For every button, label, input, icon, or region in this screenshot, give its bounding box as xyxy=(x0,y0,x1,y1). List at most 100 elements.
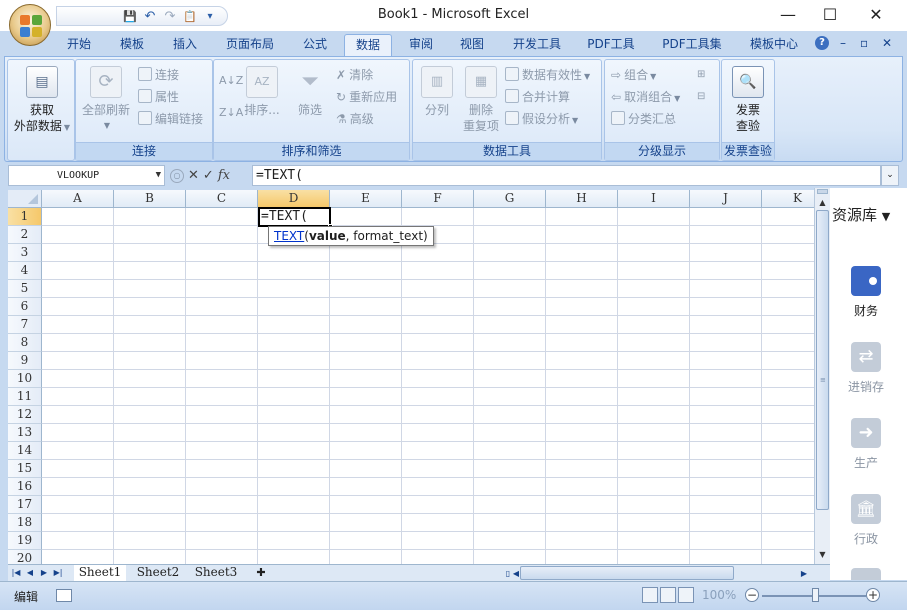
tab-insert[interactable]: 插入 xyxy=(166,34,204,56)
window-close-button[interactable]: ✕ xyxy=(853,0,899,31)
row-header-16[interactable]: 16 xyxy=(8,478,42,496)
row-header-14[interactable]: 14 xyxy=(8,442,42,460)
sort-ascending-button[interactable]: A↓Z xyxy=(219,72,243,90)
row-header-20[interactable]: 20 xyxy=(8,550,42,564)
column-header-a[interactable]: A xyxy=(42,190,114,208)
row-header-11[interactable]: 11 xyxy=(8,388,42,406)
last-sheet-icon[interactable]: ▶| xyxy=(52,566,64,580)
vertical-scroll-thumb[interactable]: ≡ xyxy=(816,210,829,510)
side-item-finance[interactable]: 财务 xyxy=(830,266,902,319)
row-header-8[interactable]: 8 xyxy=(8,334,42,352)
tab-formulas[interactable]: 公式 xyxy=(295,34,335,56)
scroll-right-icon[interactable]: ▶ xyxy=(798,567,810,581)
column-header-j[interactable]: J xyxy=(690,190,762,208)
page-break-view-icon[interactable] xyxy=(678,587,694,603)
insert-function-icon[interactable]: fx xyxy=(218,168,230,183)
normal-view-icon[interactable] xyxy=(642,587,658,603)
invoice-check-button[interactable]: 🔍 发票 查验 xyxy=(724,66,772,134)
row-header-6[interactable]: 6 xyxy=(8,298,42,316)
column-header-d[interactable]: D xyxy=(258,190,330,208)
tab-home[interactable]: 开始 xyxy=(60,34,98,56)
doc-minimize-button[interactable]: – xyxy=(840,36,846,50)
text-to-columns-button[interactable]: ▥ 分列 xyxy=(417,66,457,118)
column-header-i[interactable]: I xyxy=(618,190,690,208)
tab-developer[interactable]: 开发工具 xyxy=(506,34,568,56)
what-if-analysis-button[interactable]: 假设分析 ▼ xyxy=(505,110,578,128)
row-header-9[interactable]: 9 xyxy=(8,352,42,370)
macro-record-icon[interactable] xyxy=(56,589,72,602)
side-item-inventory[interactable]: ⇄ 进销存 xyxy=(830,342,902,395)
chevron-down-icon[interactable]: ▼ xyxy=(156,166,161,185)
column-header-f[interactable]: F xyxy=(402,190,474,208)
row-header-2[interactable]: 2 xyxy=(8,226,42,244)
tab-template-center[interactable]: 模板中心 xyxy=(743,34,805,56)
resource-library-title[interactable]: 资源库 ▼ xyxy=(832,204,890,225)
column-header-k[interactable]: K xyxy=(762,190,814,208)
data-validation-button[interactable]: 数据有效性 ▼ xyxy=(505,66,590,84)
help-icon[interactable]: ? xyxy=(815,36,829,50)
row-header-12[interactable]: 12 xyxy=(8,406,42,424)
sort-button[interactable]: AZ 排序... xyxy=(244,66,280,118)
row-header-7[interactable]: 7 xyxy=(8,316,42,334)
next-sheet-icon[interactable]: ▶ xyxy=(38,566,50,580)
horizontal-scrollbar[interactable]: ▯ ◀ ▶ xyxy=(502,566,818,580)
vertical-scrollbar[interactable]: ▲ ≡ ▼ xyxy=(814,188,830,564)
scroll-down-icon[interactable]: ▼ xyxy=(815,548,830,562)
group-button[interactable]: ⇨ 组合 ▼ xyxy=(611,66,656,84)
sheet-tab-sheet1[interactable]: Sheet1 xyxy=(74,565,126,581)
zoom-slider-knob[interactable] xyxy=(812,588,819,602)
scroll-up-icon[interactable]: ▲ xyxy=(815,196,830,210)
properties-button[interactable]: 属性 xyxy=(138,88,179,106)
worksheet-grid[interactable]: ABCDEFGHIJK 1 2 3 4 5 6 7 8 9 10 11 12 13 14 15 16 17 18 1… xyxy=(8,190,814,564)
horizontal-scroll-thumb[interactable] xyxy=(520,566,734,580)
ungroup-button[interactable]: ⇦ 取消组合 ▼ xyxy=(611,88,680,106)
row-header-18[interactable]: 18 xyxy=(8,514,42,532)
remove-duplicates-button[interactable]: ▦ 删除 重复项 xyxy=(459,66,503,134)
refresh-all-button[interactable]: ⟳ 全部刷新 ▼ xyxy=(78,66,134,134)
function-help-link[interactable]: TEXT xyxy=(274,229,304,243)
row-header-13[interactable]: 13 xyxy=(8,424,42,442)
page-layout-view-icon[interactable] xyxy=(660,587,676,603)
sort-descending-button[interactable]: Z↓A xyxy=(219,104,243,122)
row-header-5[interactable]: 5 xyxy=(8,280,42,298)
active-cell-d1[interactable]: =TEXT( xyxy=(258,207,333,229)
tab-page-layout[interactable]: 页面布局 xyxy=(220,34,280,56)
expand-circle-icon[interactable]: ○ xyxy=(170,168,184,183)
sheet-tab-sheet3[interactable]: Sheet3 xyxy=(190,565,242,581)
reapply-button[interactable]: ↻ 重新应用 xyxy=(336,88,397,106)
tab-view[interactable]: 视图 xyxy=(453,34,491,56)
row-header-10[interactable]: 10 xyxy=(8,370,42,388)
side-item-admin[interactable]: 🏛 行政 xyxy=(830,494,902,547)
tab-pdf-toolset[interactable]: PDF工具集 xyxy=(657,34,727,56)
subtotal-button[interactable]: 分类汇总 xyxy=(611,110,676,128)
enter-icon[interactable]: ✓ xyxy=(203,168,214,183)
connections-button[interactable]: 连接 xyxy=(138,66,179,84)
row-header-4[interactable]: 4 xyxy=(8,262,42,280)
clear-filter-button[interactable]: ✗ 清除 xyxy=(336,66,373,84)
name-box[interactable]: VLOOKUP ▼ xyxy=(8,165,165,186)
row-header-17[interactable]: 17 xyxy=(8,496,42,514)
formula-input[interactable]: =TEXT( xyxy=(252,165,881,186)
row-header-3[interactable]: 3 xyxy=(8,244,42,262)
row-header-19[interactable]: 19 xyxy=(8,532,42,550)
tab-templates[interactable]: 模板 xyxy=(113,34,151,56)
zoom-out-button[interactable]: − xyxy=(745,588,759,602)
doc-close-button[interactable]: ✕ xyxy=(882,36,892,50)
tab-review[interactable]: 审阅 xyxy=(402,34,440,56)
sheet-tab-sheet2[interactable]: Sheet2 xyxy=(132,565,184,581)
prev-sheet-icon[interactable]: ◀ xyxy=(24,566,36,580)
column-header-e[interactable]: E xyxy=(330,190,402,208)
column-header-c[interactable]: C xyxy=(186,190,258,208)
doc-restore-button[interactable]: ▫ xyxy=(860,36,868,50)
get-external-data-button[interactable]: ▤ 获取 外部数据 ▼ xyxy=(11,66,73,136)
advanced-filter-button[interactable]: ⚗ 高级 xyxy=(336,110,374,128)
window-maximize-button[interactable]: ☐ xyxy=(807,0,853,31)
show-detail-icon[interactable]: ⊞ xyxy=(697,66,705,84)
row-header-15[interactable]: 15 xyxy=(8,460,42,478)
column-header-g[interactable]: G xyxy=(474,190,546,208)
expand-formula-bar-icon[interactable]: ⌄ xyxy=(881,165,899,186)
window-minimize-button[interactable]: — xyxy=(765,0,811,31)
insert-sheet-icon[interactable]: ✚ xyxy=(248,565,274,581)
first-sheet-icon[interactable]: |◀ xyxy=(10,566,22,580)
hide-detail-icon[interactable]: ⊟ xyxy=(697,88,705,106)
